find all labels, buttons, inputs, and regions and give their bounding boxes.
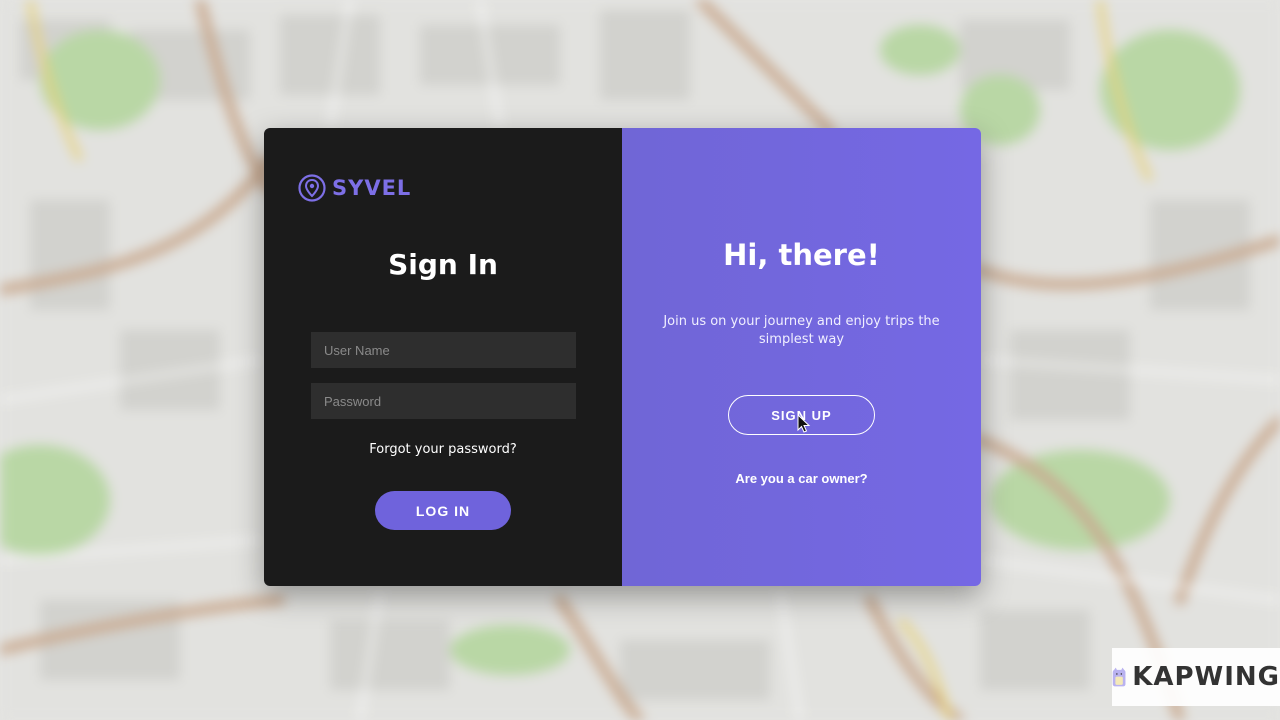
- watermark-text: KAPWING: [1132, 662, 1280, 692]
- mouse-pointer-icon: [797, 414, 811, 433]
- auth-card: SYVEL Sign In Forgot your password? LOG …: [264, 128, 981, 586]
- greeting-title: Hi, there!: [723, 238, 880, 272]
- app-stage: SYVEL Sign In Forgot your password? LOG …: [0, 0, 1280, 720]
- map-pin-icon: [298, 174, 326, 202]
- car-owner-link[interactable]: Are you a car owner?: [622, 471, 981, 486]
- brand-name: SYVEL: [332, 176, 412, 200]
- kapwing-watermark: KAPWING: [1112, 648, 1280, 706]
- username-input[interactable]: [311, 332, 576, 368]
- password-input[interactable]: [311, 383, 576, 419]
- forgot-password-link[interactable]: Forgot your password?: [264, 442, 622, 457]
- brand-logo: SYVEL: [298, 174, 411, 202]
- signup-panel: Hi, there! Join us on your journey and e…: [622, 128, 981, 586]
- tagline-text: Join us on your journey and enjoy trips …: [663, 314, 940, 347]
- kapwing-mascot-icon: [1112, 667, 1126, 687]
- signin-title: Sign In: [388, 248, 498, 281]
- login-button[interactable]: LOG IN: [375, 491, 511, 530]
- signin-panel: SYVEL Sign In Forgot your password? LOG …: [264, 128, 622, 586]
